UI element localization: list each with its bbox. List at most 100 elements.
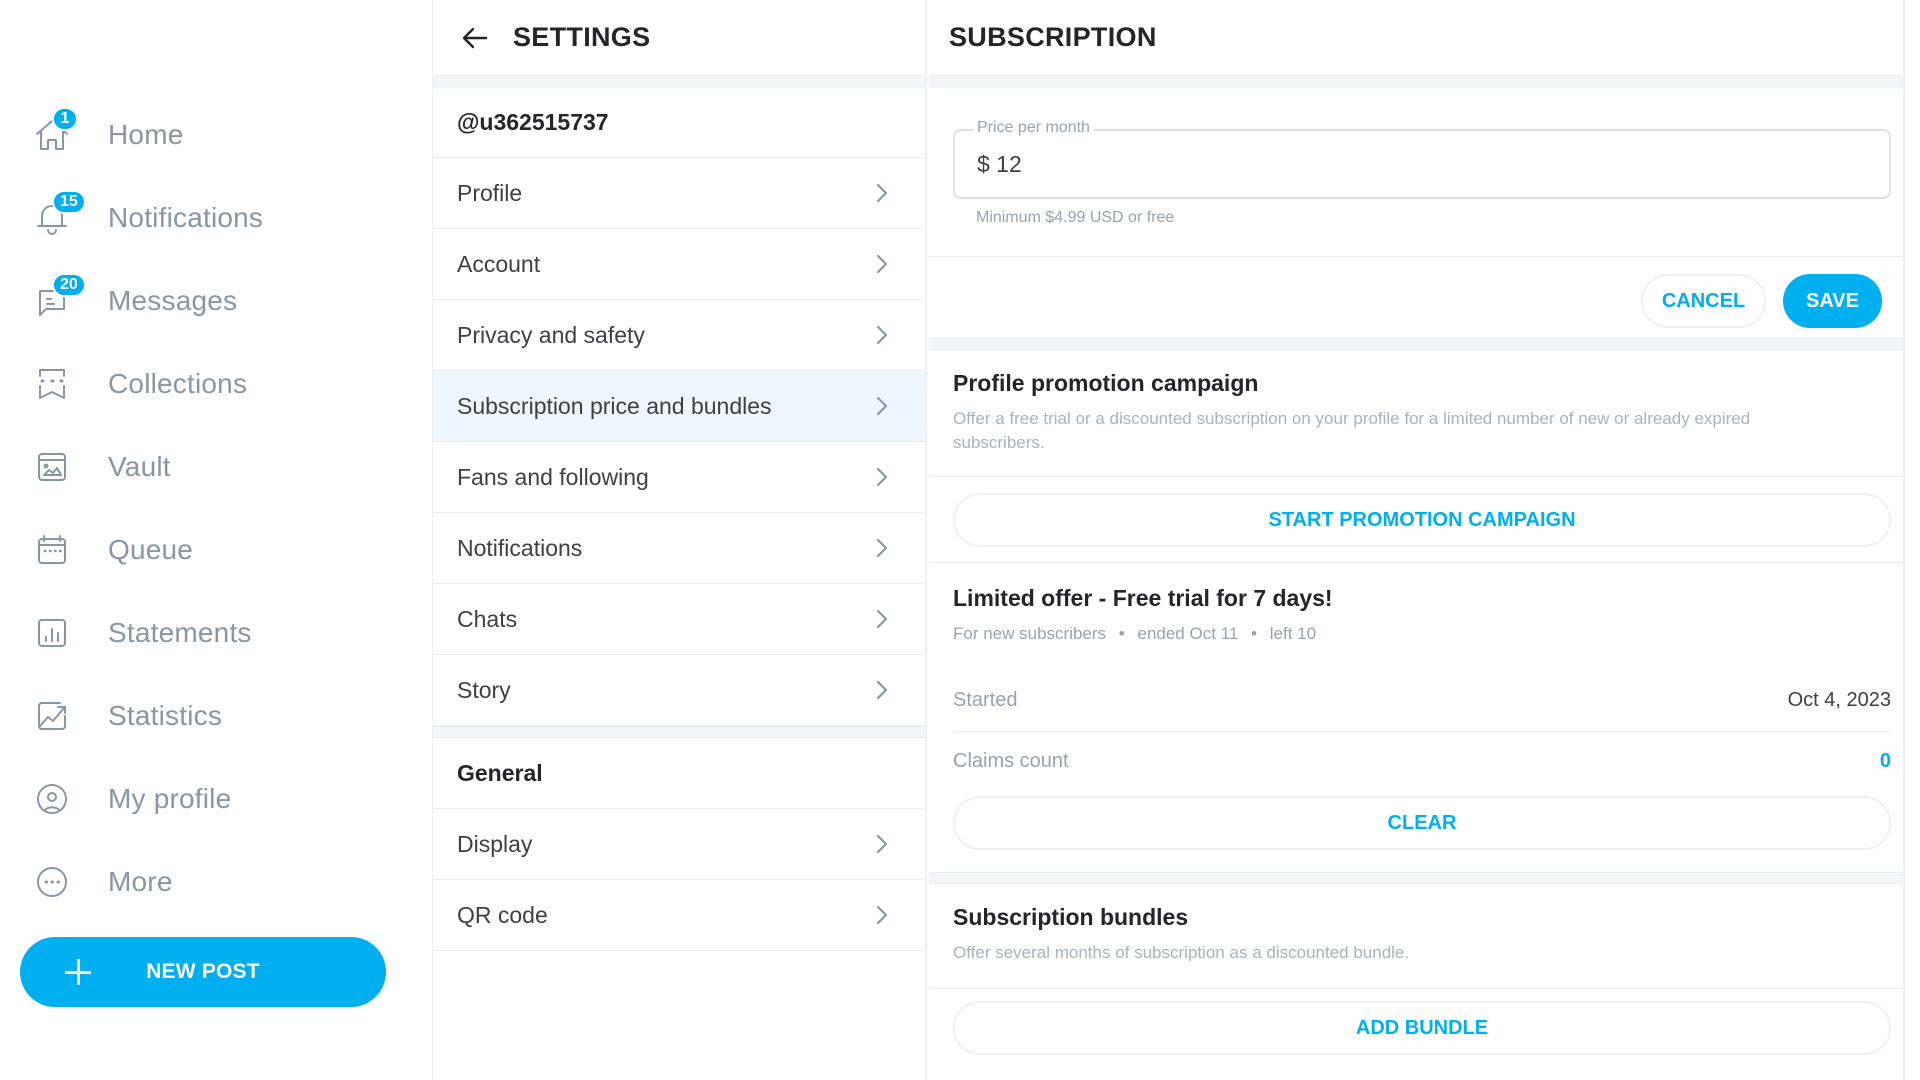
sidebar: 1 Home 15 Notifications 20 Messages Coll… bbox=[0, 0, 433, 1080]
message-icon: 20 bbox=[30, 273, 86, 323]
sidebar-item-statements[interactable]: Statements bbox=[30, 603, 410, 663]
sidebar-item-more[interactable]: More bbox=[30, 852, 410, 912]
price-per-month-field[interactable]: Price per month bbox=[953, 119, 1891, 199]
sidebar-item-label: Queue bbox=[108, 534, 194, 565]
subscription-header: SUBSCRIPTION bbox=[929, 0, 1903, 75]
chevron-right-icon bbox=[869, 831, 895, 857]
subscription-title: SUBSCRIPTION bbox=[949, 22, 1157, 52]
bundles-info: Subscription bundles Offer several month… bbox=[929, 884, 1903, 965]
home-badge: 1 bbox=[52, 107, 78, 131]
username: @u362515737 bbox=[457, 108, 609, 135]
start-promotion-campaign-button[interactable]: START PROMOTION CAMPAIGN bbox=[953, 493, 1891, 547]
settings-item-label: QR code bbox=[457, 901, 548, 928]
bundles-title: Subscription bundles bbox=[953, 904, 1189, 930]
settings-item-account[interactable]: Account bbox=[433, 229, 925, 300]
bundles-section: Subscription bundles Offer several month… bbox=[929, 884, 1903, 1080]
general-section-header: General bbox=[433, 738, 925, 809]
sidebar-item-label: More bbox=[108, 866, 173, 897]
separator-dot: • bbox=[1251, 624, 1257, 643]
back-arrow-icon[interactable] bbox=[459, 22, 491, 54]
settings-item-profile[interactable]: Profile bbox=[433, 158, 925, 229]
bell-icon: 15 bbox=[30, 190, 86, 240]
chevron-right-icon bbox=[869, 606, 895, 632]
image-icon bbox=[30, 445, 74, 489]
started-label: Started bbox=[953, 688, 1018, 711]
price-block: Price per month Minimum $4.99 USD or fre… bbox=[929, 87, 1903, 257]
user-circle-icon bbox=[30, 777, 74, 821]
settings-title: SETTINGS bbox=[513, 22, 651, 52]
section-separator bbox=[929, 338, 1903, 350]
sidebar-item-label: Messages bbox=[108, 285, 238, 316]
settings-item-label: Fans and following bbox=[457, 463, 649, 490]
settings-item-subscription-price-and-bundles[interactable]: Subscription price and bundles bbox=[433, 371, 925, 442]
settings-item-label: Account bbox=[457, 250, 541, 277]
cancel-button[interactable]: CANCEL bbox=[1641, 274, 1766, 328]
chevron-right-icon bbox=[869, 322, 895, 348]
section-separator bbox=[433, 726, 925, 738]
save-button[interactable]: SAVE bbox=[1783, 274, 1882, 328]
started-row: Started Oct 4, 2023 bbox=[953, 670, 1891, 730]
settings-item-fans-and-following[interactable]: Fans and following bbox=[433, 442, 925, 513]
settings-item-chats[interactable]: Chats bbox=[433, 584, 925, 655]
sidebar-item-messages[interactable]: 20 Messages bbox=[30, 271, 410, 331]
settings-item-display[interactable]: Display bbox=[433, 809, 925, 880]
sidebar-item-label: Collections bbox=[108, 368, 248, 399]
add-bundle-button[interactable]: ADD BUNDLE bbox=[953, 1001, 1891, 1055]
divider bbox=[929, 476, 1903, 477]
claims-count-row: Claims count 0 bbox=[953, 731, 1891, 791]
sidebar-item-collections[interactable]: Collections bbox=[30, 354, 410, 414]
settings-item-story[interactable]: Story bbox=[433, 655, 925, 726]
price-hint: Minimum $4.99 USD or free bbox=[976, 209, 1175, 226]
sidebar-item-home[interactable]: 1 Home bbox=[30, 105, 410, 165]
section-separator bbox=[929, 75, 1903, 87]
settings-item-label: Profile bbox=[457, 179, 523, 206]
limited-offer: Limited offer - Free trial for 7 days! F… bbox=[929, 585, 1357, 644]
sidebar-item-label: Notifications bbox=[108, 202, 264, 233]
subscription-panel: SUBSCRIPTION Price per month Minimum $4.… bbox=[929, 0, 1905, 1080]
claims-count-value[interactable]: 0 bbox=[1880, 750, 1891, 773]
settings-item-label: Display bbox=[457, 830, 533, 857]
settings-item-label: Story bbox=[457, 676, 511, 703]
sidebar-item-statistics[interactable]: Statistics bbox=[30, 686, 410, 746]
trend-chart-icon bbox=[30, 694, 74, 738]
settings-header: SETTINGS bbox=[433, 0, 925, 75]
sidebar-item-queue[interactable]: Queue bbox=[30, 520, 410, 580]
settings-item-label: Subscription price and bundles bbox=[457, 392, 772, 419]
calendar-icon bbox=[30, 528, 74, 572]
settings-item-label: Privacy and safety bbox=[457, 321, 645, 348]
new-post-button[interactable]: NEW POST bbox=[20, 937, 386, 1007]
offer-title: Limited offer - Free trial for 7 days! bbox=[953, 585, 1333, 611]
chevron-right-icon bbox=[869, 251, 895, 277]
sidebar-item-notifications[interactable]: 15 Notifications bbox=[30, 188, 410, 248]
promotion-section: Profile promotion campaign Offer a free … bbox=[929, 350, 1903, 850]
started-value: Oct 4, 2023 bbox=[1787, 688, 1891, 711]
promotion-info: Profile promotion campaign Offer a free … bbox=[929, 350, 1903, 455]
settings-item-label: Notifications bbox=[457, 534, 583, 561]
bar-chart-icon bbox=[30, 611, 74, 655]
clear-button[interactable]: CLEAR bbox=[953, 796, 1891, 850]
chevron-right-icon bbox=[869, 535, 895, 561]
offer-ended: ended Oct 11 bbox=[1137, 624, 1239, 643]
price-per-month-input[interactable] bbox=[977, 151, 1857, 178]
promotion-description: Offer a free trial or a discounted subsc… bbox=[953, 409, 1751, 452]
settings-item-qr-code[interactable]: QR code bbox=[433, 880, 925, 951]
offer-meta: For new subscribers • ended Oct 11 • lef… bbox=[953, 624, 1333, 644]
messages-badge: 20 bbox=[52, 273, 86, 297]
more-icon bbox=[30, 860, 74, 904]
sidebar-item-my-profile[interactable]: My profile bbox=[30, 769, 410, 829]
claims-count-label: Claims count bbox=[953, 749, 1069, 772]
sidebar-item-vault[interactable]: Vault bbox=[30, 437, 410, 497]
settings-panel: SETTINGS @u362515737 Profile Account Pri… bbox=[433, 0, 927, 1080]
divider bbox=[929, 988, 1903, 989]
username-row: @u362515737 bbox=[433, 87, 925, 158]
settings-item-notifications[interactable]: Notifications bbox=[433, 513, 925, 584]
new-post-label: NEW POST bbox=[146, 960, 260, 983]
chevron-right-icon bbox=[869, 902, 895, 928]
settings-item-privacy-and-safety[interactable]: Privacy and safety bbox=[433, 300, 925, 371]
promotion-title: Profile promotion campaign bbox=[953, 370, 1259, 396]
section-separator bbox=[929, 872, 1903, 884]
general-heading: General bbox=[457, 759, 543, 786]
section-separator bbox=[433, 75, 925, 87]
offer-audience: For new subscribers bbox=[953, 624, 1107, 643]
sidebar-item-label: Home bbox=[108, 119, 184, 150]
